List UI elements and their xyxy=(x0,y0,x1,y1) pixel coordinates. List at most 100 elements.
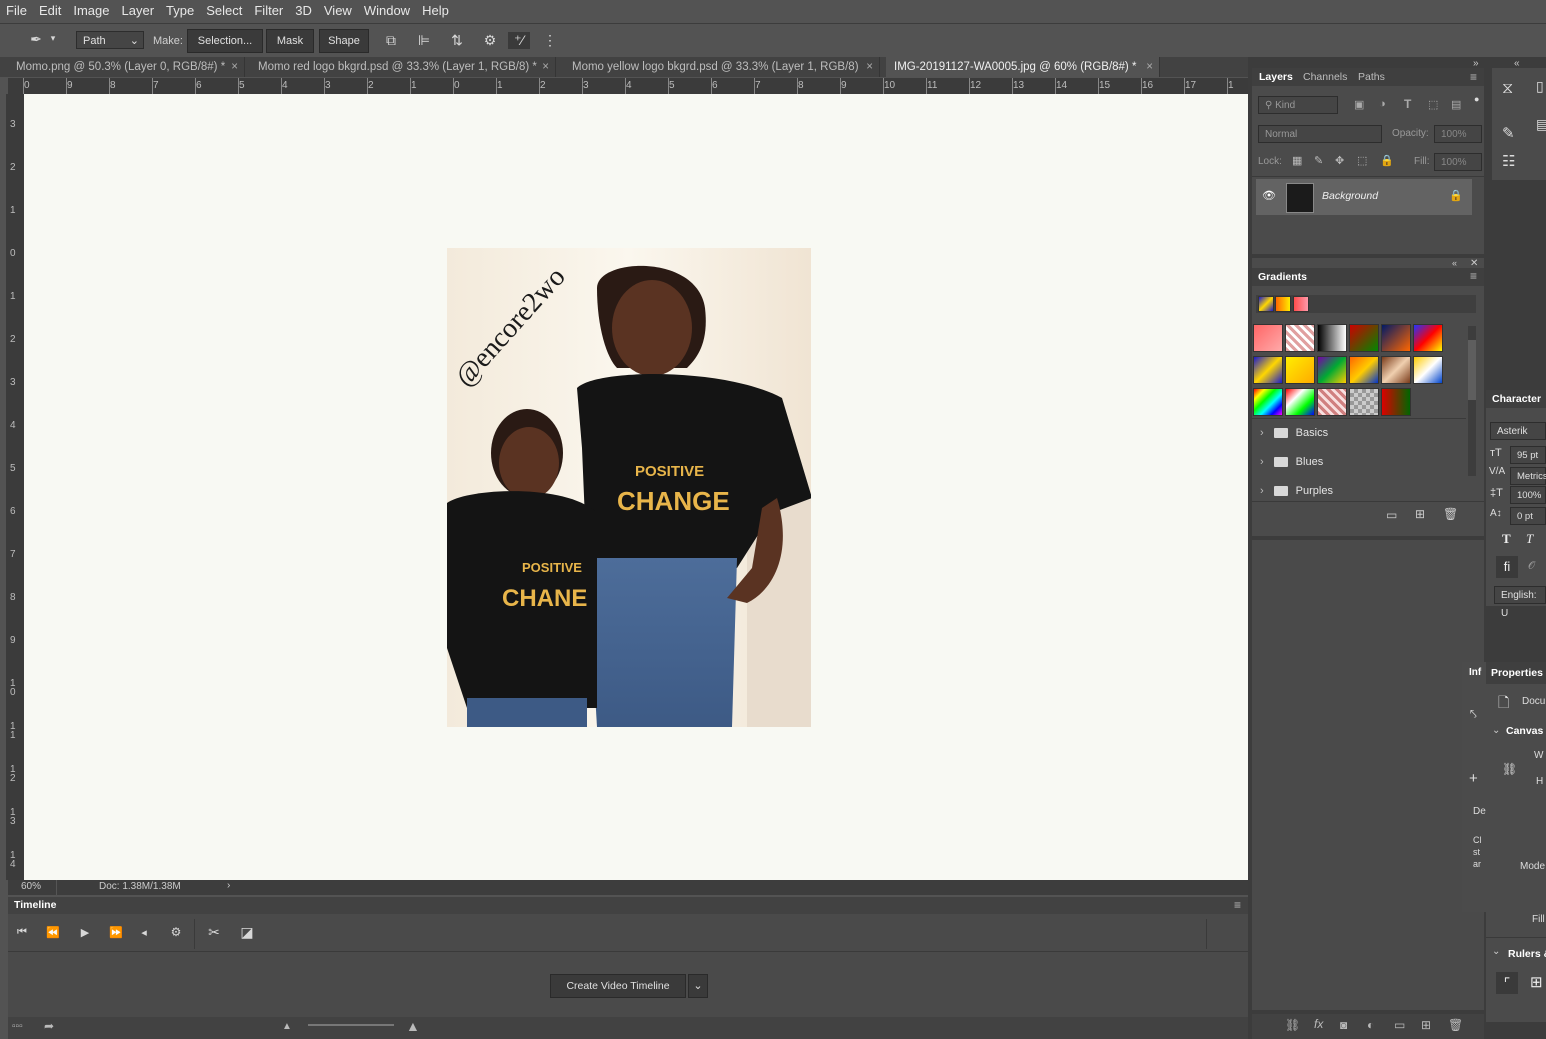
layer-name[interactable]: Background xyxy=(1322,190,1378,202)
pen-tool-icon[interactable]: ✒ xyxy=(26,31,46,48)
play-icon[interactable]: ▶ xyxy=(77,926,93,939)
zoom-in-icon[interactable]: ▲ xyxy=(406,1018,420,1034)
zoom-level[interactable]: 60% xyxy=(21,881,41,892)
eyedropper-icon[interactable]: ⤣ xyxy=(1470,707,1477,722)
menu-image[interactable]: Image xyxy=(67,0,115,22)
tab-img-20191127[interactable]: IMG-20191127-WA0005.jpg @ 60% (RGB/8#) *… xyxy=(886,57,1160,77)
tab-momo-red[interactable]: Momo red logo bkgrd.psd @ 33.3% (Layer 1… xyxy=(250,57,556,77)
adjustments-icon[interactable]: ☷ xyxy=(1502,152,1515,170)
pen-mode-select[interactable]: Path ⌄ xyxy=(76,31,144,49)
ordinals-icon[interactable]: 𝒪 xyxy=(1528,560,1535,573)
path-alignment-icon[interactable]: ⊫ xyxy=(414,32,434,49)
kerning-field[interactable]: Metrics xyxy=(1510,467,1546,485)
menu-layer[interactable]: Layer xyxy=(116,0,161,22)
menu-help[interactable]: Help xyxy=(416,0,455,22)
close-icon[interactable]: × xyxy=(231,57,238,77)
convert-icon[interactable]: ➦ xyxy=(44,1019,54,1033)
make-shape-button[interactable]: Shape xyxy=(319,29,369,53)
gradient-swatch[interactable] xyxy=(1349,324,1379,352)
grid-icon[interactable]: ⊞ xyxy=(1530,973,1543,991)
adjustment-layer-icon[interactable]: ◐ xyxy=(1367,1018,1374,1032)
chevron-down-icon[interactable]: ⌄ xyxy=(1492,946,1500,957)
new-group-icon[interactable]: ▭ xyxy=(1394,1018,1405,1032)
gradient-folder-blues[interactable]: › Blues xyxy=(1260,450,1475,474)
menu-view[interactable]: View xyxy=(318,0,358,22)
eye-icon[interactable]: 👁 xyxy=(1262,189,1276,202)
close-icon[interactable]: × xyxy=(1146,57,1153,77)
gear-icon[interactable]: ⚙ xyxy=(168,925,184,939)
close-icon[interactable]: × xyxy=(542,57,549,77)
horizontal-ruler[interactable]: 0 9 8 7 6 5 4 3 2 1 0 1 2 3 4 5 6 7 8 9 10 11 12 13 14 15 16 17 1 xyxy=(8,78,1248,94)
faux-italic-icon[interactable]: T xyxy=(1526,531,1533,547)
gradient-swatch[interactable] xyxy=(1381,356,1411,384)
filter-pixel-icon[interactable]: ▣ xyxy=(1354,98,1364,111)
mask-icon[interactable]: ◙ xyxy=(1340,1018,1347,1032)
link-icon[interactable]: ⛓ xyxy=(1502,762,1517,776)
link-layers-icon[interactable]: ⛓ xyxy=(1285,1018,1300,1032)
zoom-slider[interactable] xyxy=(308,1024,394,1026)
gradient-swatch[interactable] xyxy=(1413,324,1443,352)
gradient-swatch[interactable] xyxy=(1317,356,1347,384)
panel-menu-icon[interactable]: ≡ xyxy=(1470,269,1477,283)
filter-toggle-icon[interactable]: ● xyxy=(1474,94,1479,104)
tab-channels[interactable]: Channels xyxy=(1303,68,1347,86)
character-title[interactable]: Character xyxy=(1492,390,1541,408)
canvas-section-title[interactable]: Canvas xyxy=(1506,725,1543,737)
tab-momo-yellow[interactable]: Momo yellow logo bkgrd.psd @ 33.3% (Laye… xyxy=(564,57,880,77)
panel-menu-icon[interactable]: ≡ xyxy=(1234,898,1241,912)
gradient-swatch[interactable] xyxy=(1413,356,1443,384)
chevron-down-icon[interactable]: ⌄ xyxy=(1492,725,1500,736)
fx-icon[interactable]: fx xyxy=(1314,1017,1323,1031)
tab-layers[interactable]: Layers xyxy=(1259,68,1293,86)
new-layer-icon[interactable]: ⊞ xyxy=(1421,1018,1431,1032)
filter-shape-icon[interactable]: ⬚ xyxy=(1428,98,1438,111)
filter-smart-object-icon[interactable]: ▤ xyxy=(1451,98,1461,111)
next-frame-icon[interactable]: ⏩ xyxy=(108,926,124,939)
make-selection-button[interactable]: Selection... xyxy=(187,29,263,53)
close-icon[interactable]: × xyxy=(866,57,873,77)
make-mask-button[interactable]: Mask xyxy=(266,29,314,53)
path-arrangement-icon[interactable]: ⇅ xyxy=(447,32,467,49)
gradient-swatch[interactable] xyxy=(1253,356,1283,384)
chevron-down-icon[interactable]: ⌄ xyxy=(688,974,708,998)
lock-all-icon[interactable]: 🔒 xyxy=(1380,154,1394,167)
gradient-swatch[interactable] xyxy=(1285,324,1315,352)
panel-icon[interactable]: ▤ xyxy=(1536,116,1546,133)
auto-add-delete-icon[interactable]: ⁺⁄ xyxy=(508,32,530,49)
align-edges-icon[interactable]: ⋮ xyxy=(540,32,560,49)
menu-select[interactable]: Select xyxy=(200,0,248,22)
layer-row[interactable]: 👁 Background 🔒 xyxy=(1256,179,1472,215)
gear-icon[interactable]: ⚙ xyxy=(480,32,500,49)
lock-icon[interactable]: 🔒 xyxy=(1449,189,1463,202)
audio-icon[interactable]: ◂ xyxy=(136,926,152,939)
gradients-title[interactable]: Gradients xyxy=(1258,268,1307,286)
gradient-folder-purples[interactable]: › Purples xyxy=(1260,479,1475,503)
first-frame-icon[interactable]: ⏮ xyxy=(14,926,30,939)
gradient-swatch[interactable] xyxy=(1317,324,1347,352)
frame-animation-icon[interactable]: ▫▫▫ xyxy=(12,1021,23,1032)
language-select[interactable]: English: U xyxy=(1494,586,1546,619)
panel-icon[interactable]: ▯ xyxy=(1536,78,1544,95)
collapse-icon[interactable]: « xyxy=(1452,258,1457,268)
filter-adjustment-icon[interactable]: ◑ xyxy=(1379,98,1386,110)
previous-frame-icon[interactable]: ⏪ xyxy=(45,926,61,939)
gradient-swatch[interactable] xyxy=(1349,388,1379,416)
info-tab[interactable]: Inf xyxy=(1469,667,1481,678)
chevron-right-icon[interactable]: › xyxy=(227,880,230,891)
create-video-timeline-button[interactable]: Create Video Timeline xyxy=(550,974,686,998)
menu-file[interactable]: File xyxy=(0,0,33,22)
opacity-field[interactable]: 100% xyxy=(1434,125,1482,143)
new-gradient-icon[interactable]: ⊞ xyxy=(1415,507,1425,521)
tab-momo-png[interactable]: Momo.png @ 50.3% (Layer 0, RGB/8#) * × xyxy=(8,57,245,77)
gradient-folder-basics[interactable]: › Basics xyxy=(1260,421,1475,445)
gradient-swatch[interactable] xyxy=(1349,356,1379,384)
menu-filter[interactable]: Filter xyxy=(248,0,289,22)
trash-icon[interactable]: 🗑 xyxy=(1443,507,1458,521)
gradient-swatch[interactable] xyxy=(1381,388,1411,416)
fill-field[interactable]: 100% xyxy=(1434,153,1482,171)
baseline-shift-field[interactable]: 0 pt xyxy=(1510,507,1546,525)
menu-edit[interactable]: Edit xyxy=(33,0,67,22)
lock-paint-icon[interactable]: ✎ xyxy=(1314,154,1323,167)
transition-icon[interactable]: ◪ xyxy=(238,924,256,941)
vertical-ruler[interactable]: 32101234567891 01 11 21 31 4 xyxy=(6,94,24,880)
